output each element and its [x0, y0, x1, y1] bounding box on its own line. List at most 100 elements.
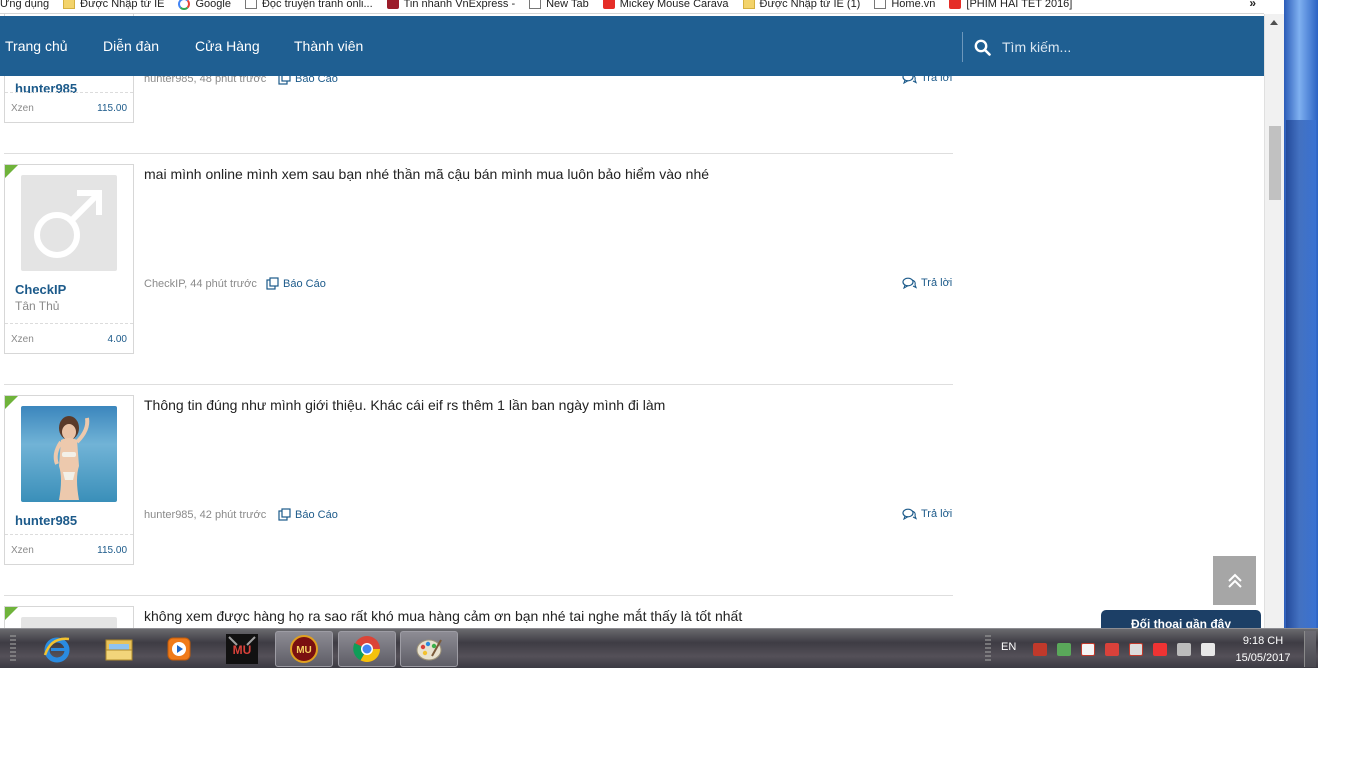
- author-box: [4, 606, 134, 628]
- author-title: Tân Thủ: [15, 299, 60, 313]
- page-scrollbar[interactable]: [1264, 14, 1284, 628]
- author-username[interactable]: hunter985: [15, 513, 77, 528]
- show-desktop-button[interactable]: [1304, 631, 1316, 667]
- clock-time[interactable]: 9:18 CH: [1232, 635, 1294, 647]
- bookmark-vnexpress[interactable]: Tin nhanh VnExpress -: [386, 0, 515, 10]
- male-symbol-icon: [34, 190, 102, 258]
- screen: Ứng dụng Được Nhập từ IE Google Đọc truy…: [0, 0, 1366, 768]
- chrome-icon: [353, 636, 381, 663]
- scroll-thumb[interactable]: [1269, 126, 1281, 200]
- report-link[interactable]: Báo Cáo: [266, 277, 326, 290]
- bookmark-comics[interactable]: Đọc truyện tranh onli...: [244, 0, 373, 10]
- post-corner-marker: [5, 396, 18, 409]
- nav-separator: [962, 32, 963, 62]
- reply-icon: [902, 508, 917, 520]
- post-item: CheckIP Tân Thủ Xzen 4.00 mai mình onlin…: [4, 164, 953, 354]
- stat-label: Xzen: [11, 103, 34, 114]
- post-corner-marker: [5, 165, 18, 178]
- post-item: không xem được hàng họ ra sao rất khó mu…: [4, 606, 953, 628]
- reply-link[interactable]: Trả lời: [902, 277, 952, 289]
- bookmark-new-tab[interactable]: New Tab: [529, 0, 589, 10]
- taskbar-mu-button[interactable]: MU: [213, 631, 271, 667]
- bookmark-google[interactable]: Google: [178, 0, 231, 10]
- antivirus-tray-icon[interactable]: [1081, 643, 1095, 656]
- nav-bar: Trang chủ Diễn đàn Cửa Hàng Thành viên: [0, 16, 1264, 76]
- taskbar-grip[interactable]: [10, 635, 16, 663]
- vnexpress-icon: [386, 0, 399, 9]
- post-meta: CheckIP, 44 phút trước: [144, 278, 257, 290]
- stat-value: 115.00: [97, 545, 127, 556]
- taskbar-paint-button[interactable]: [400, 631, 458, 667]
- paint-icon: [416, 639, 442, 661]
- folder-icon: [742, 0, 755, 9]
- bookmarks-bar: Ứng dụng Được Nhập từ IE Google Đọc truy…: [0, 0, 1264, 14]
- taskbar-mu-launcher-button[interactable]: MU: [275, 631, 333, 667]
- taskbar-explorer-button[interactable]: [90, 631, 148, 667]
- post-divider: [4, 153, 953, 154]
- stat-label: Xzen: [11, 334, 34, 345]
- youtube-icon: [602, 0, 615, 9]
- svg-text:MU: MU: [296, 645, 312, 656]
- reply-link[interactable]: Trả lời: [902, 508, 952, 520]
- taskbar-ie-button[interactable]: [28, 631, 86, 667]
- display-tray-icon[interactable]: [1201, 643, 1215, 656]
- page-icon: [874, 0, 887, 9]
- bookmark-imported-ie-1[interactable]: Được Nhập từ IE (1): [742, 0, 861, 10]
- report-label: Báo Cáo: [295, 508, 338, 521]
- update-tray-icon[interactable]: [1057, 643, 1071, 656]
- bookmarks-more-button[interactable]: »: [1249, 0, 1256, 10]
- mu-game-icon: MU: [226, 634, 258, 664]
- scroll-up-arrow-icon[interactable]: [1270, 20, 1278, 25]
- google-icon: [178, 0, 191, 10]
- reply-label: Trả lời: [921, 277, 953, 289]
- author-box: CheckIP Tân Thủ Xzen 4.00: [4, 164, 134, 354]
- bookmark-home-vn[interactable]: Home.vn: [874, 0, 935, 10]
- post-divider: [4, 595, 953, 596]
- avatar[interactable]: [21, 175, 117, 271]
- nav-home[interactable]: Trang chủ: [5, 38, 68, 54]
- search-icon[interactable]: [974, 39, 991, 56]
- folder-icon: [63, 0, 76, 9]
- tray-grip[interactable]: [985, 635, 991, 663]
- nav-members[interactable]: Thành viên: [294, 38, 363, 54]
- report-icon: [266, 277, 279, 290]
- error-tray-icon[interactable]: [1153, 643, 1167, 656]
- taskbar: MU MU EN 9:18 CH 15/05/2017: [0, 628, 1318, 668]
- author-box: hunter985 Xzen 115.00: [4, 395, 134, 565]
- desktop-window-edge: [1286, 120, 1316, 628]
- bookmark-label: Được Nhập từ IE (1): [759, 0, 861, 10]
- action-center-tray-icon[interactable]: [1129, 643, 1143, 656]
- back-to-top-button[interactable]: [1213, 556, 1256, 605]
- bookmark-label: Đọc truyện tranh onli...: [261, 0, 373, 10]
- bookmark-apps[interactable]: Ứng dụng: [0, 0, 49, 10]
- post-divider: [4, 384, 953, 385]
- bookmark-label: Được Nhập từ IE: [80, 0, 165, 10]
- bookmark-mickey[interactable]: Mickey Mouse Carava: [602, 0, 729, 10]
- svg-text:MU: MU: [233, 643, 252, 657]
- bookmark-phim-hai[interactable]: [PHIM HÀI TẾT 2016]: [949, 0, 1072, 10]
- language-indicator[interactable]: EN: [1001, 641, 1016, 653]
- bookmark-label: Mickey Mouse Carava: [619, 0, 729, 10]
- network-tray-icon[interactable]: [1033, 643, 1047, 656]
- avatar[interactable]: [21, 617, 117, 628]
- user-photo-icon: [53, 416, 90, 500]
- bookmark-label: Ứng dụng: [0, 0, 50, 10]
- volume-muted-icon[interactable]: [1177, 643, 1191, 656]
- search-input[interactable]: [1002, 36, 1182, 58]
- security-tray-icon[interactable]: [1105, 643, 1119, 656]
- taskbar-media-button[interactable]: [150, 631, 208, 667]
- avatar[interactable]: [21, 406, 117, 502]
- report-icon: [278, 508, 291, 521]
- nav-forum[interactable]: Diễn đàn: [103, 38, 159, 54]
- nav-store[interactable]: Cửa Hàng: [195, 38, 260, 54]
- taskbar-chrome-button[interactable]: [338, 631, 396, 667]
- report-link[interactable]: Báo Cáo: [278, 508, 338, 521]
- media-player-icon: [167, 637, 191, 661]
- recent-conversations-tab[interactable]: Đối thoại gần đây: [1101, 610, 1261, 631]
- author-username[interactable]: CheckIP: [15, 282, 66, 297]
- stat-value: 115.00: [97, 103, 127, 114]
- page-content: Trang chủ Diễn đàn Cửa Hàng Thành viên h…: [0, 14, 1264, 628]
- post-message: không xem được hàng họ ra sao rất khó mu…: [144, 608, 743, 624]
- clock-date[interactable]: 15/05/2017: [1230, 652, 1296, 664]
- bookmark-imported-ie[interactable]: Được Nhập từ IE: [63, 0, 164, 10]
